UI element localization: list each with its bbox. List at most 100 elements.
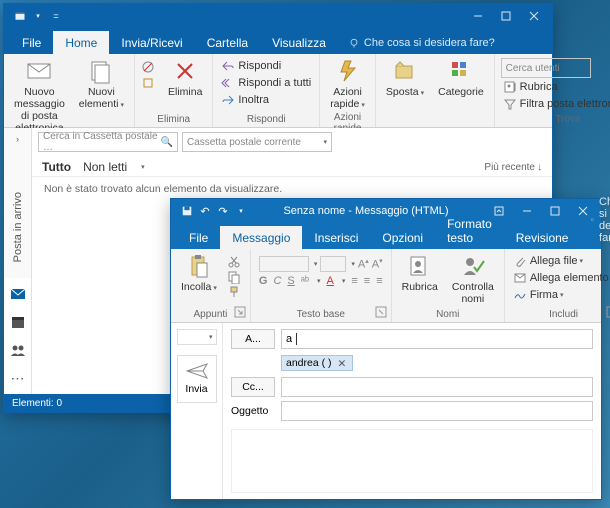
- search-icon[interactable]: 🔍: [161, 137, 173, 148]
- cut-icon[interactable]: [227, 255, 241, 269]
- junk-icon[interactable]: [141, 75, 155, 89]
- move-button[interactable]: Sposta▾: [382, 56, 428, 100]
- addressbook-button[interactable]: Rubrica: [398, 251, 442, 295]
- tab-review[interactable]: Revisione: [504, 226, 581, 249]
- subject-input[interactable]: [281, 401, 593, 421]
- dialog-launcher-icon[interactable]: [375, 306, 387, 318]
- replyall-button[interactable]: Rispondi a tutti: [219, 75, 313, 91]
- undo-icon[interactable]: ↶: [199, 205, 211, 217]
- tab-file[interactable]: File: [10, 31, 53, 54]
- envelope-icon: [26, 58, 52, 84]
- nav-mail-icon[interactable]: [10, 286, 26, 302]
- new-items-button[interactable]: Nuovi elementi▾: [75, 56, 128, 112]
- save-icon[interactable]: [181, 205, 193, 217]
- tab-file[interactable]: File: [177, 226, 220, 249]
- tab-view[interactable]: Visualizza: [260, 31, 338, 54]
- inbox-vertical-label[interactable]: Posta in arrivo: [12, 192, 24, 262]
- attach-file-button[interactable]: Allega file▾: [511, 253, 610, 269]
- group-find-label: Trova: [501, 114, 610, 127]
- send-button[interactable]: Invia: [177, 355, 217, 403]
- ignore-icon[interactable]: [141, 60, 155, 74]
- attach-item-button[interactable]: Allega elemento▾: [511, 270, 610, 286]
- redo-icon[interactable]: ↷: [217, 205, 229, 217]
- nav-people-icon[interactable]: [10, 342, 26, 358]
- bulb-icon: [348, 37, 360, 49]
- delete-icon: [172, 58, 198, 84]
- dialog-launcher-icon[interactable]: [606, 306, 610, 318]
- search-people-box[interactable]: Cerca utenti: [501, 58, 591, 78]
- dialog-launcher-icon[interactable]: [234, 306, 246, 318]
- addressbook-button[interactable]: Rubrica: [501, 79, 610, 95]
- filter-mail-button[interactable]: Filtra posta elettronica▾: [501, 96, 610, 112]
- formatpainter-icon[interactable]: [227, 285, 241, 299]
- check-names-button[interactable]: Controlla nomi: [448, 251, 498, 307]
- sort-recent[interactable]: Più recente ↓: [484, 162, 542, 173]
- header-fields: A... a andrea ( ) ✕ Cc... Ogge: [223, 323, 601, 499]
- format-row[interactable]: G C S ᵃᵇ▾ A▾ ≡ ≡ ≡: [257, 274, 385, 288]
- tab-insert[interactable]: Inserisci: [302, 226, 370, 249]
- font-row[interactable]: ▾ ▾ A▴ A▾: [257, 255, 385, 273]
- recipient-chip[interactable]: andrea ( ) ✕: [281, 355, 353, 371]
- qat-equals: =: [50, 10, 62, 22]
- ribbon-tabs: File Home Invia/Ricevi Cartella Visualiz…: [4, 28, 552, 54]
- move-icon: [392, 58, 418, 84]
- remove-chip-icon[interactable]: ✕: [338, 358, 348, 368]
- compose-body: ▾ Invia A... a andrea ( ) ✕: [171, 323, 601, 499]
- new-items-icon: [88, 58, 114, 84]
- addressbook-icon: [407, 253, 433, 279]
- to-input[interactable]: a: [281, 329, 593, 349]
- new-message-button[interactable]: Nuovo messaggio di posta elettronica: [10, 56, 69, 136]
- reply-button[interactable]: Rispondi: [219, 58, 313, 74]
- filter-all[interactable]: Tutto: [42, 160, 71, 174]
- maximize-button[interactable]: [492, 4, 520, 28]
- nav-calendar-icon[interactable]: [10, 314, 26, 330]
- message-body[interactable]: [231, 429, 593, 493]
- forward-button[interactable]: Inoltra: [219, 92, 313, 108]
- categories-button[interactable]: Categorie: [434, 56, 488, 100]
- group-names-label: Nomi: [398, 309, 498, 322]
- group-basictext-label: Testo base: [257, 309, 385, 322]
- quick-actions-button[interactable]: Azioni rapide▾: [326, 56, 369, 112]
- tellme-box[interactable]: Che cosa si desidera fare?: [338, 32, 505, 54]
- paste-button[interactable]: Incolla▾: [177, 251, 221, 295]
- qat-chevron-icon[interactable]: ▾: [32, 10, 44, 22]
- tab-folder[interactable]: Cartella: [195, 31, 260, 54]
- compose-titlebar[interactable]: ↶ ↷ ▾ Senza nome - Messaggio (HTML): [171, 199, 601, 223]
- send-column: ▾ Invia: [171, 323, 223, 499]
- search-mailbox-input[interactable]: Cerca in Cassetta postale …🔍: [38, 132, 178, 152]
- tab-home[interactable]: Home: [53, 31, 109, 54]
- to-button[interactable]: A...: [231, 329, 275, 349]
- quick-access-toolbar: ▾ =: [8, 10, 62, 22]
- maximize-button[interactable]: [541, 199, 569, 223]
- tab-message[interactable]: Messaggio: [220, 226, 302, 249]
- group-respond-label: Rispondi: [219, 114, 313, 127]
- filter-unread[interactable]: Non letti: [83, 160, 127, 174]
- search-scope-dropdown[interactable]: Cassetta postale corrente▾: [182, 132, 332, 152]
- navigation-bar: ⋯: [4, 278, 32, 394]
- subject-label: Oggetto: [231, 401, 275, 421]
- tab-sendrecv[interactable]: Invia/Ricevi: [109, 31, 194, 54]
- delete-button[interactable]: Elimina: [164, 56, 206, 100]
- close-button[interactable]: [569, 199, 597, 223]
- cc-button[interactable]: Cc...: [231, 377, 275, 397]
- qat-chevron-icon[interactable]: ▾: [235, 205, 247, 217]
- reply-icon: [221, 59, 235, 73]
- copy-icon[interactable]: [227, 270, 241, 284]
- close-button[interactable]: [520, 4, 548, 28]
- minimize-button[interactable]: [513, 199, 541, 223]
- quick-icon: [335, 58, 361, 84]
- minimize-button[interactable]: [464, 4, 492, 28]
- forward-icon: [221, 93, 235, 107]
- cc-input[interactable]: [281, 377, 593, 397]
- compose-window: ↶ ↷ ▾ Senza nome - Messaggio (HTML) File…: [170, 198, 602, 500]
- account-selector[interactable]: ▾: [177, 329, 217, 345]
- to-suggestions: andrea ( ) ✕: [281, 353, 593, 373]
- send-icon: [186, 363, 208, 379]
- signature-button[interactable]: Firma▾: [511, 287, 610, 303]
- expand-chevron-icon[interactable]: ›: [16, 134, 19, 144]
- tab-options[interactable]: Opzioni: [370, 226, 435, 249]
- paperclip-icon: [513, 254, 527, 268]
- titlebar[interactable]: ▾ =: [4, 4, 552, 28]
- nav-more-icon[interactable]: ⋯: [10, 370, 26, 386]
- ribbon-collapse-button[interactable]: [485, 199, 513, 223]
